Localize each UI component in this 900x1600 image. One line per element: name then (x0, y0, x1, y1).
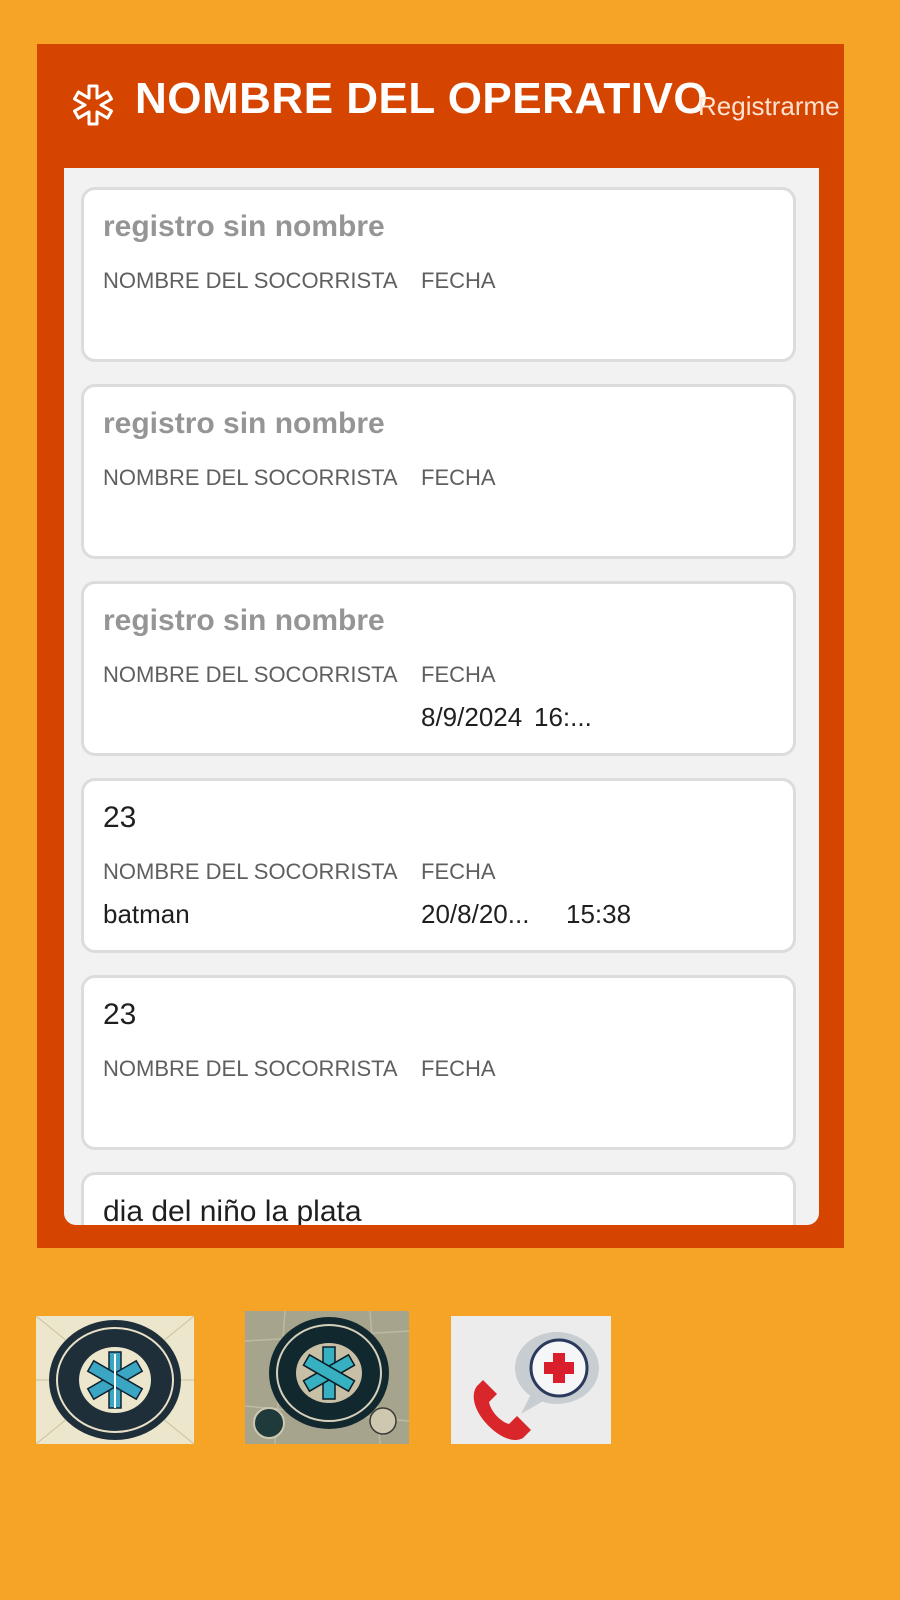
record-title: registro sin nombre (103, 210, 385, 243)
record-card[interactable]: dia del niño la plata NOMBRE DEL SOCORRI… (81, 1172, 796, 1225)
record-title: registro sin nombre (103, 407, 385, 440)
operations-logo-button[interactable] (245, 1311, 409, 1444)
record-title: 23 (103, 801, 137, 834)
date-label: FECHA (421, 859, 496, 884)
time-value: 16:... (534, 702, 592, 732)
date-label: FECHA (421, 268, 496, 293)
rescuer-label: NOMBRE DEL SOCORRISTA (103, 662, 398, 687)
phone-medical-chat-icon (473, 1332, 599, 1441)
operation-panel: NOMBRE DEL OPERATIVO Registrarme registr… (37, 44, 844, 1248)
record-card[interactable]: registro sin nombre NOMBRE DEL SOCORRIST… (81, 384, 796, 559)
star-of-life-icon (73, 84, 113, 126)
rescue-team-logo-button[interactable] (36, 1316, 194, 1444)
date-value: 8/9/2024 (421, 702, 523, 732)
date-label: FECHA (421, 1056, 496, 1081)
record-card[interactable]: 23 NOMBRE DEL SOCORRISTA FECHA (81, 975, 796, 1150)
date-value: 20/8/20... (421, 899, 530, 929)
records-list[interactable]: registro sin nombre NOMBRE DEL SOCORRIST… (64, 168, 819, 1225)
app-header: NOMBRE DEL OPERATIVO Registrarme (37, 44, 844, 166)
rescue-team-logo-icon (36, 1316, 194, 1444)
operations-logo-icon (245, 1311, 409, 1444)
rescuer-label: NOMBRE DEL SOCORRISTA (103, 268, 398, 293)
time-value: 15:38 (566, 899, 632, 929)
emergency-call-button[interactable] (451, 1316, 611, 1444)
page-title: NOMBRE DEL OPERATIVO (135, 74, 709, 123)
record-card[interactable]: registro sin nombre NOMBRE DEL SOCORRIST… (81, 581, 796, 756)
record-card[interactable]: 23 NOMBRE DEL SOCORRISTA FECHA batman 20… (81, 778, 796, 953)
record-title: 23 (103, 998, 137, 1031)
record-title: dia del niño la plata (103, 1195, 362, 1225)
register-link[interactable]: Registrarme (698, 91, 840, 122)
date-label: FECHA (421, 662, 496, 687)
rescuer-value: batman (103, 899, 190, 929)
date-label: FECHA (421, 465, 496, 490)
rescuer-label: NOMBRE DEL SOCORRISTA (103, 465, 398, 490)
rescuer-label: NOMBRE DEL SOCORRISTA (103, 859, 398, 884)
record-title: registro sin nombre (103, 604, 385, 637)
record-card[interactable]: registro sin nombre NOMBRE DEL SOCORRIST… (81, 187, 796, 362)
rescuer-label: NOMBRE DEL SOCORRISTA (103, 1056, 398, 1081)
